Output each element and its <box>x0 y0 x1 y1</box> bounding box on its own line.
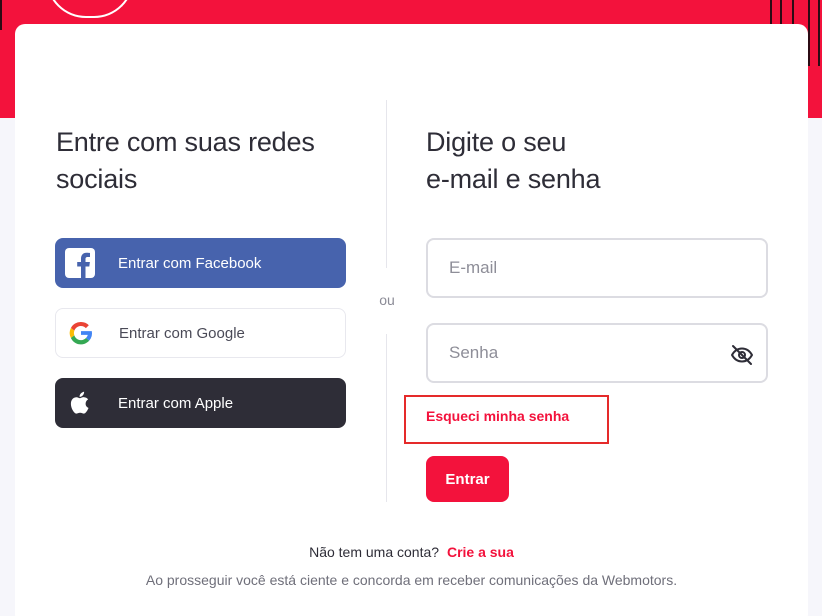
logo[interactable] <box>46 0 134 18</box>
facebook-login-label: Entrar com Facebook <box>118 254 262 272</box>
email-field-wrapper <box>426 238 768 298</box>
apple-login-label: Entrar com Apple <box>118 394 234 412</box>
google-login-label: Entrar com Google <box>119 324 245 342</box>
google-login-button[interactable]: Entrar com Google <box>55 308 346 358</box>
signup-link[interactable]: Crie a sua <box>447 544 514 560</box>
login-card: Entre com suas redes sociais Entrar com … <box>15 24 808 616</box>
signup-text: Não tem uma conta? <box>309 544 440 560</box>
social-title-line: sociais <box>56 164 138 194</box>
apple-login-button[interactable]: Entrar com Apple <box>55 378 346 428</box>
email-title-line: e-mail e senha <box>426 164 601 194</box>
eye-off-icon[interactable] <box>730 343 754 367</box>
facebook-login-button[interactable]: Entrar com Facebook <box>55 238 346 288</box>
facebook-icon <box>65 248 95 278</box>
signup-prompt: Não tem uma conta? Crie a sua <box>15 544 808 560</box>
social-login-title: Entre com suas redes sociais <box>56 124 315 198</box>
header-decoration <box>0 0 2 30</box>
login-submit-button[interactable]: Entrar <box>426 456 509 502</box>
password-field-wrapper <box>426 323 768 383</box>
terms-notice: Ao prosseguir você está ciente e concord… <box>145 572 678 588</box>
email-title-line: Digite o seu <box>426 127 567 157</box>
email-input[interactable] <box>428 258 766 278</box>
divider-line <box>386 100 387 268</box>
divider-line <box>386 334 387 502</box>
email-login-title: Digite o seu e-mail e senha <box>426 124 600 198</box>
header-decoration <box>818 0 820 66</box>
password-input[interactable] <box>428 343 766 363</box>
apple-icon <box>65 388 95 418</box>
google-icon <box>66 318 96 348</box>
or-separator: ou <box>379 292 395 308</box>
forgot-password-link[interactable]: Esqueci minha senha <box>426 408 569 424</box>
header-decoration <box>808 0 810 66</box>
social-title-line: Entre com suas redes <box>56 127 315 157</box>
